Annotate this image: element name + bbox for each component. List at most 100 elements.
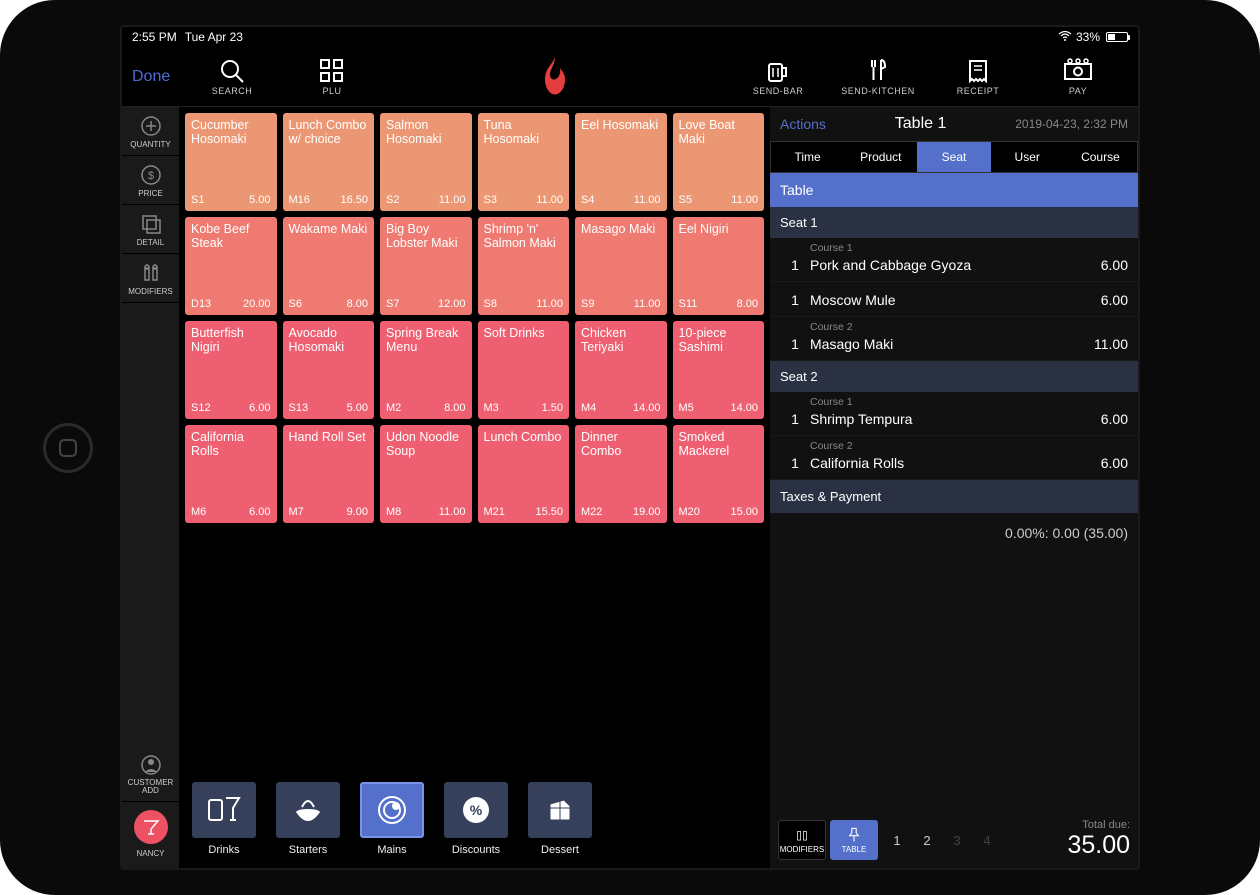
receipt-button[interactable]: RECEIPT: [928, 58, 1028, 96]
product-price: 11.00: [536, 298, 563, 310]
filter-course[interactable]: Course: [1064, 142, 1137, 172]
category-icon: [192, 782, 256, 838]
product-code: M3: [484, 402, 499, 414]
product-card[interactable]: Spring Break MenuM28.00: [380, 321, 472, 419]
product-card[interactable]: Masago MakiS911.00: [575, 217, 667, 315]
home-button[interactable]: [43, 423, 93, 473]
actions-button[interactable]: Actions: [780, 116, 826, 132]
product-name: Soft Drinks: [484, 326, 564, 340]
product-price: 16.50: [340, 194, 368, 206]
order-line[interactable]: 1Moscow Mule6.00: [770, 282, 1138, 317]
product-name: Lunch Combo w/ choice: [289, 118, 369, 146]
product-card[interactable]: Eel NigiriS118.00: [673, 217, 765, 315]
product-code: S5: [679, 194, 692, 206]
modifiers-button[interactable]: MODIFIERS: [122, 254, 179, 303]
product-card[interactable]: Soft Drinks M3 1.50: [478, 321, 570, 419]
customer-add-button[interactable]: CUSTOMER ADD: [122, 746, 179, 802]
product-price: 20.00: [243, 298, 271, 310]
filter-seat[interactable]: Seat: [917, 142, 990, 172]
product-card[interactable]: Lunch ComboM2115.50: [478, 425, 570, 523]
send-bar-button[interactable]: SEND-BAR: [728, 58, 828, 96]
detail-button[interactable]: DETAIL: [122, 205, 179, 254]
product-name: Tuna Hosomaki: [484, 118, 564, 146]
category-starters[interactable]: Starters: [271, 782, 345, 856]
product-price: 11.00: [731, 194, 758, 206]
order-line[interactable]: 1Pork and Cabbage Gyoza6.00: [770, 254, 1138, 282]
taxes-header[interactable]: Taxes & Payment: [770, 480, 1138, 513]
product-price: 1.50: [542, 402, 563, 414]
product-card[interactable]: Hand Roll SetM79.00: [283, 425, 375, 523]
product-card[interactable]: Love Boat Maki S5 11.00: [673, 113, 765, 211]
product-price: 14.00: [633, 402, 661, 414]
order-line[interactable]: 1California Rolls6.00: [770, 452, 1138, 480]
done-button[interactable]: Done: [132, 68, 182, 86]
product-name: Avocado Hosomaki: [289, 326, 369, 354]
product-card[interactable]: Wakame MakiS68.00: [283, 217, 375, 315]
product-card[interactable]: Salmon HosomakiS211.00: [380, 113, 472, 211]
product-card[interactable]: Lunch Combo w/ choiceM1616.50: [283, 113, 375, 211]
product-card[interactable]: Shrimp 'n' Salmon MakiS811.00: [478, 217, 570, 315]
pay-button[interactable]: PAY: [1028, 58, 1128, 96]
product-name: Dinner Combo: [581, 430, 661, 458]
product-card[interactable]: Cucumber HosomakiS15.00: [185, 113, 277, 211]
category-discounts[interactable]: %Discounts: [439, 782, 513, 856]
price-button[interactable]: $ PRICE: [122, 156, 179, 205]
product-card[interactable]: Tuna HosomakiS311.00: [478, 113, 570, 211]
foot-modifiers-button[interactable]: MODIFIERS: [778, 820, 826, 860]
line-qty: 1: [780, 336, 810, 352]
ipad-frame: 2:55 PM Tue Apr 23 33% Done SEARCH PLU: [0, 0, 1260, 895]
product-code: S6: [289, 298, 302, 310]
plu-button[interactable]: PLU: [282, 58, 382, 96]
foot-table-button[interactable]: TABLE: [830, 820, 878, 860]
product-code: S12: [191, 402, 211, 414]
product-card[interactable]: Chicken TeriyakiM414.00: [575, 321, 667, 419]
product-name: Kobe Beef Steak: [191, 222, 271, 250]
line-qty: 1: [780, 292, 810, 308]
product-name: Smoked Mackerel: [679, 430, 759, 458]
product-price: 11.00: [536, 194, 563, 206]
line-price: 6.00: [1068, 455, 1128, 471]
page-1[interactable]: 1: [882, 820, 912, 860]
search-button[interactable]: SEARCH: [182, 58, 282, 96]
product-code: M4: [581, 402, 596, 414]
category-mains[interactable]: Mains: [355, 782, 429, 856]
line-item: Moscow Mule: [810, 292, 1068, 308]
order-line[interactable]: 1Shrimp Tempura6.00: [770, 408, 1138, 436]
product-card[interactable]: California RollsM66.00: [185, 425, 277, 523]
product-card[interactable]: Dinner ComboM2219.00: [575, 425, 667, 523]
product-card[interactable]: Kobe Beef SteakD1320.00: [185, 217, 277, 315]
page-2[interactable]: 2: [912, 820, 942, 860]
product-card[interactable]: Butterfish NigiriS126.00: [185, 321, 277, 419]
product-code: S4: [581, 194, 594, 206]
order-line[interactable]: 1Masago Maki11.00: [770, 333, 1138, 361]
filter-time[interactable]: Time: [771, 142, 844, 172]
product-card[interactable]: Smoked MackerelM2015.00: [673, 425, 765, 523]
send-kitchen-button[interactable]: SEND-KITCHEN: [828, 58, 928, 96]
seat-header[interactable]: Seat 2: [770, 361, 1138, 392]
nancy-user-button[interactable]: NANCY: [122, 802, 179, 868]
product-price: 6.00: [249, 402, 270, 414]
product-card[interactable]: 10-piece SashimiM514.00: [673, 321, 765, 419]
table-section-header[interactable]: Table: [770, 173, 1138, 207]
product-code: S11: [679, 298, 698, 310]
product-card[interactable]: Avocado HosomakiS135.00: [283, 321, 375, 419]
svg-text:$: $: [147, 170, 153, 182]
category-dessert[interactable]: Dessert: [523, 782, 597, 856]
filter-product[interactable]: Product: [844, 142, 917, 172]
category-drinks[interactable]: Drinks: [187, 782, 261, 856]
product-code: S13: [289, 402, 309, 414]
product-name: Love Boat Maki: [679, 118, 759, 146]
product-price: 15.50: [535, 506, 563, 518]
product-card[interactable]: Eel HosomakiS411.00: [575, 113, 667, 211]
filter-tabs: TimeProductSeatUserCourse: [770, 141, 1138, 173]
product-card[interactable]: Udon Noodle SoupM811.00: [380, 425, 472, 523]
product-grid: Cucumber HosomakiS15.00Lunch Combo w/ ch…: [185, 113, 764, 523]
product-code: M8: [386, 506, 401, 518]
top-toolbar: Done SEARCH PLU SEND-BAR SEND-KITCHEN: [122, 47, 1138, 107]
product-card[interactable]: Big Boy Lobster MakiS712.00: [380, 217, 472, 315]
quantity-button[interactable]: QUANTITY: [122, 107, 179, 156]
product-price: 9.00: [347, 506, 368, 518]
search-icon: [219, 58, 245, 84]
filter-user[interactable]: User: [991, 142, 1064, 172]
seat-header[interactable]: Seat 1: [770, 207, 1138, 238]
